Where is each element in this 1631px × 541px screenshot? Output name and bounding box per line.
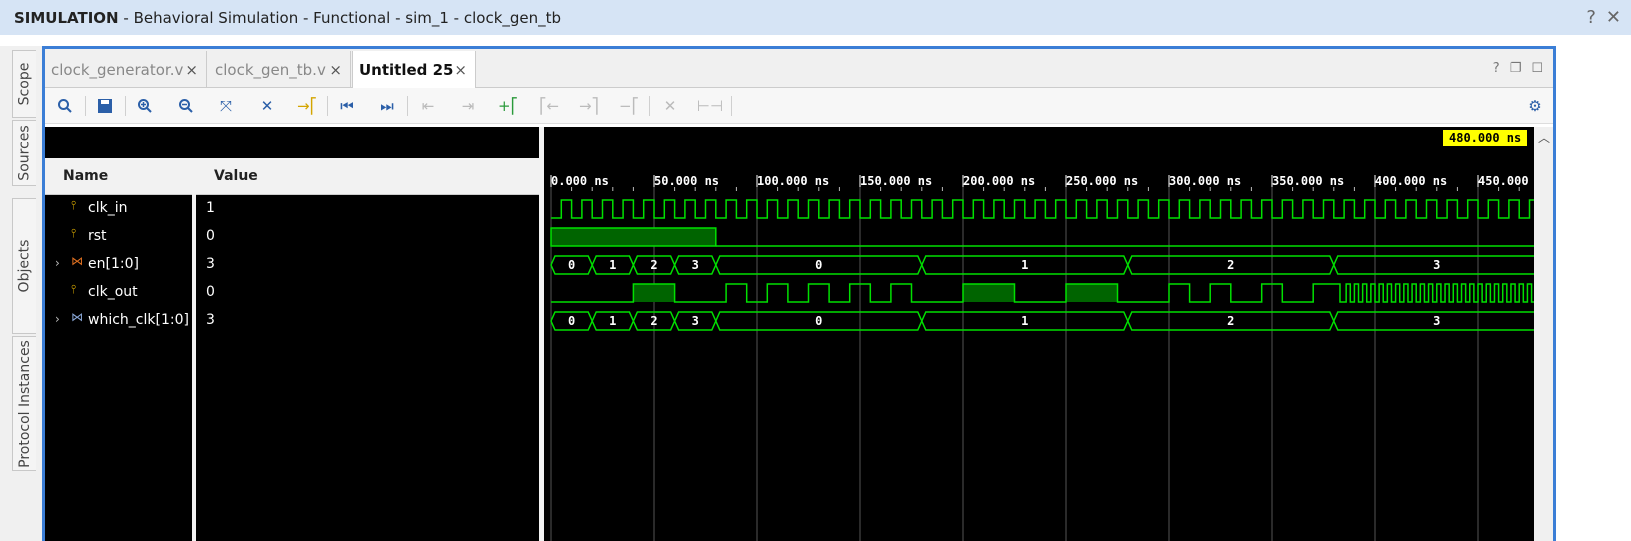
wave-which-clk-value-label: 3: [1433, 314, 1440, 328]
tab-close-icon[interactable]: ×: [329, 61, 342, 79]
go-to-end-icon[interactable]: ⏭: [373, 93, 401, 119]
signal-row-clk-out[interactable]: ⫯ clk_out 0: [45, 279, 539, 307]
wave-en-value-label: 0: [568, 258, 575, 272]
tab-clock-gen-tb[interactable]: clock_gen_tb.v ×: [209, 51, 351, 88]
wave-clk-out-pulse-fill: [809, 284, 830, 302]
window-title-bar: SIMULATION - Behavioral Simulation - Fun…: [0, 0, 1631, 35]
remove-all-markers-icon[interactable]: ✕: [656, 93, 684, 119]
zoom-in-icon[interactable]: [131, 93, 159, 119]
wave-clk-out-pulse-fill: [633, 284, 675, 302]
wave-clk-out-pulse-fill: [963, 284, 1015, 302]
previous-marker-icon[interactable]: ⎡←: [535, 93, 563, 119]
waveform-toolbar: ⤧ ✕ →⎡ ⏮ ⏭ ⇤ ⇥ +⎡ ⎡← →⎤ −⎡ ✕ ⊢⊣ ⚙: [45, 88, 1553, 124]
wave-en-value-label: 2: [1227, 258, 1234, 272]
wave-clk-out-pulse-fill: [767, 284, 788, 302]
wave-which-clk-value-label: 0: [815, 314, 822, 328]
save-icon[interactable]: [91, 93, 119, 119]
go-to-start-icon[interactable]: ⏮: [333, 93, 361, 119]
wave-which-clk-value-label: 3: [692, 314, 699, 328]
signal-bit-icon: ⫯: [71, 282, 77, 296]
wave-which-clk-value-label: 1: [609, 314, 616, 328]
wave-clk-out-pulse-fill: [1210, 284, 1231, 302]
time-tick-label: 250.000 ns: [1066, 174, 1138, 188]
wave-clk-out-pulse-fill: [1313, 284, 1340, 302]
title-simulation: SIMULATION - Behavioral Simulation - Fun…: [14, 8, 562, 27]
wave-clk-out-pulse-fill: [891, 284, 912, 302]
vertical-scrollbar[interactable]: ︿: [1534, 127, 1553, 541]
time-tick-label: 100.000 ns: [757, 174, 829, 188]
waveform-area: Name Value ⫯ clk_in 1 ⫯ rst 0 › ⋈ en[1:0…: [45, 127, 1553, 541]
signal-bus-icon: ⋈: [71, 310, 83, 324]
wave-rst-high: [550, 227, 717, 247]
signal-bus-icon: ⋈: [71, 254, 83, 268]
wave-clk-out-pulse-fill: [1066, 284, 1118, 302]
side-tab-protocol-instances[interactable]: Protocol Instances: [12, 336, 36, 471]
expand-chevron-icon[interactable]: ›: [55, 256, 60, 270]
time-tick-label: 450.000 ns: [1478, 174, 1534, 188]
expand-chevron-icon[interactable]: ›: [55, 312, 60, 326]
time-tick-label: 50.000 ns: [654, 174, 719, 188]
tab-close-icon[interactable]: ×: [454, 61, 467, 79]
time-tick-label: 0.000 ns: [551, 174, 609, 188]
signal-row-rst[interactable]: ⫯ rst 0: [45, 223, 539, 251]
pin-cursor-icon[interactable]: ✕: [253, 93, 281, 119]
close-icon[interactable]: ✕: [1606, 7, 1621, 28]
time-tick-label: 150.000 ns: [860, 174, 932, 188]
delete-marker-icon[interactable]: −⎡: [615, 93, 643, 119]
wave-en-value-label: 2: [650, 258, 657, 272]
wave-en-value-label: 3: [692, 258, 699, 272]
column-header-name[interactable]: Name: [63, 168, 108, 184]
signal-row-en[interactable]: › ⋈ en[1:0] 3: [45, 251, 539, 279]
restore-icon[interactable]: ❐: [1510, 61, 1522, 76]
tab-close-icon[interactable]: ×: [185, 61, 198, 79]
signal-row-clk-in[interactable]: ⫯ clk_in 1: [45, 195, 539, 223]
signal-bit-icon: ⫯: [71, 198, 77, 212]
time-tick-label: 350.000 ns: [1272, 174, 1344, 188]
signal-row-which-clk[interactable]: › ⋈ which_clk[1:0] 3: [45, 307, 539, 335]
wave-en-value-label: 1: [1021, 258, 1028, 272]
side-tab-objects[interactable]: Objects: [12, 198, 36, 334]
wave-which-clk-value-label: 1: [1021, 314, 1028, 328]
wave-clk-in: [551, 199, 1534, 219]
waveform-window: clock_generator.v × clock_gen_tb.v × Untit…: [42, 46, 1556, 541]
help-icon[interactable]: ?: [1586, 7, 1596, 28]
help-icon[interactable]: ?: [1493, 61, 1500, 76]
previous-transition-icon[interactable]: ⇤: [414, 93, 442, 119]
search-icon[interactable]: [51, 93, 79, 119]
column-header: Name Value: [45, 158, 539, 195]
signal-name-panel: Name Value ⫯ clk_in 1 ⫯ rst 0 › ⋈ en[1:0…: [45, 127, 539, 541]
zoom-fit-icon[interactable]: ⤧: [212, 93, 240, 119]
go-to-cursor-icon[interactable]: →⎡: [293, 93, 321, 119]
cursor-time-label[interactable]: 480.000 ns: [1443, 130, 1528, 146]
time-tick-label: 400.000 ns: [1375, 174, 1447, 188]
tab-untitled-25[interactable]: Untitled 25 ×: [352, 51, 476, 89]
maximize-icon[interactable]: ☐: [1531, 61, 1543, 76]
side-tab-strip: Scope Sources Objects Protocol Instances: [0, 46, 42, 541]
editor-tab-row: clock_generator.v × clock_gen_tb.v × Untit…: [45, 49, 1553, 89]
wave-which-clk-value-label: 0: [568, 314, 575, 328]
wave-en-value-label: 1: [609, 258, 616, 272]
zoom-out-icon[interactable]: [172, 93, 200, 119]
wave-clk-out-pulse-fill: [1169, 284, 1190, 302]
side-tab-scope[interactable]: Scope: [12, 50, 36, 118]
waveform-canvas[interactable]: 0.000 ns 50.000 ns 100.000 ns 150.000 ns 200…: [544, 127, 1534, 541]
scroll-up-icon[interactable]: ︿: [1538, 129, 1550, 146]
swap-cursors-icon[interactable]: ⊢⊣: [696, 93, 724, 119]
wave-which-clk-value-label: 2: [1227, 314, 1234, 328]
settings-gear-icon[interactable]: ⚙: [1521, 93, 1549, 119]
time-tick-label: 300.000 ns: [1169, 174, 1241, 188]
signal-bit-icon: ⫯: [71, 226, 77, 240]
wave-clk-out: [551, 283, 1534, 303]
wave-en-value-label: 0: [815, 258, 822, 272]
wave-clk-out-pulse-fill: [726, 284, 747, 302]
next-marker-icon[interactable]: →⎤: [575, 93, 603, 119]
wave-which-clk-value-label: 2: [650, 314, 657, 328]
time-tick-label: 200.000 ns: [963, 174, 1035, 188]
tab-clock-generator[interactable]: clock_generator.v ×: [45, 51, 207, 88]
next-transition-icon[interactable]: ⇥: [454, 93, 482, 119]
column-header-value[interactable]: Value: [214, 168, 258, 184]
add-marker-icon[interactable]: +⎡: [494, 93, 522, 119]
side-tab-sources[interactable]: Sources: [12, 120, 36, 186]
wave-en-value-label: 3: [1433, 258, 1440, 272]
